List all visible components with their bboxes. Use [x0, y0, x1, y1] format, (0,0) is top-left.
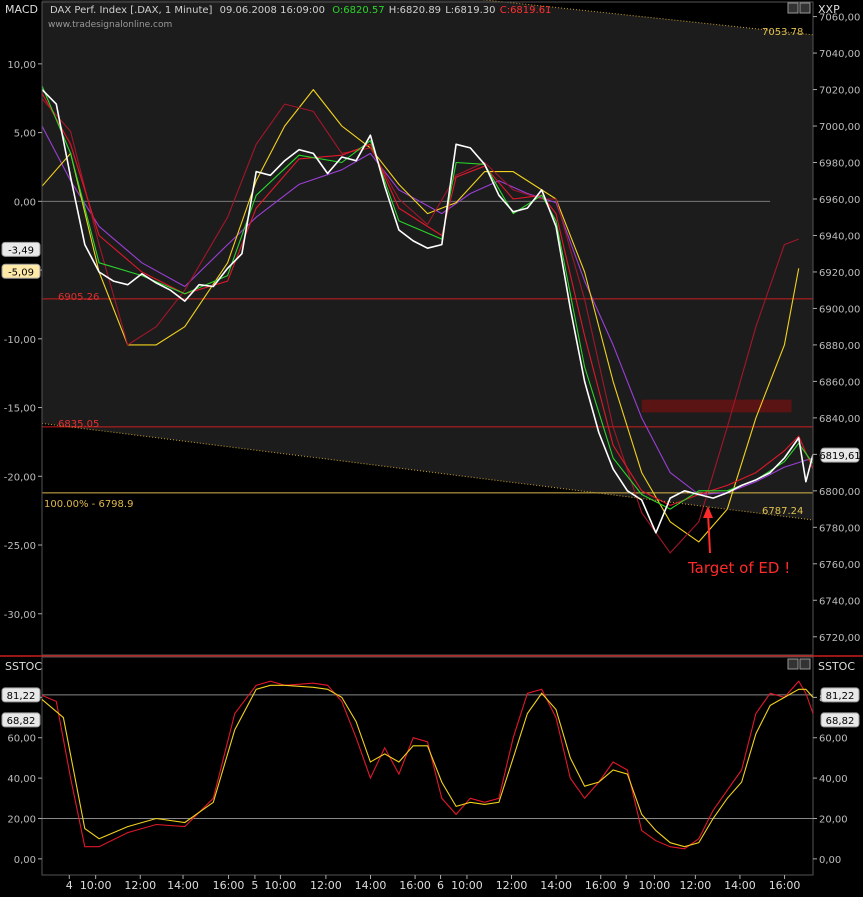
channel-bottom-label: 6787.24 — [762, 506, 803, 517]
stoch-left-tick-label: 20,00 — [7, 814, 36, 825]
stoch-badge-right-2: 68,82 — [826, 716, 855, 727]
close-icon-stoch[interactable] — [799, 658, 811, 670]
stoch-right-tick-label: 40,00 — [819, 774, 848, 785]
right-tick-label: 7040,00 — [819, 49, 860, 60]
x-tick-label: 14:00 — [355, 879, 387, 892]
level-6835-label: 6835.05 — [58, 419, 99, 430]
header-low: L:6819.30 — [445, 5, 495, 16]
right-tick-label: 6720,00 — [819, 633, 860, 644]
left-tick-label: 10,00 — [7, 60, 36, 71]
header-high: H:6820.89 — [389, 5, 441, 16]
macd-badge: -3,49 — [8, 245, 34, 256]
right-tick-label: 6900,00 — [819, 304, 860, 315]
signal-badge: -5,09 — [8, 267, 34, 278]
close-icon[interactable] — [799, 2, 811, 14]
left-tick-label: -10,00 — [4, 335, 36, 346]
restore-icon[interactable] — [787, 2, 799, 14]
left-tick-label: -15,00 — [4, 404, 36, 415]
right-tick-label: 6880,00 — [819, 341, 860, 352]
left-tick-label: 5,00 — [14, 129, 36, 140]
right-tick-label: 6740,00 — [819, 596, 860, 607]
x-tick-label: 16:00 — [399, 879, 431, 892]
stoch-badge-left-2: 68,82 — [7, 716, 36, 727]
x-tick-label: 10:00 — [639, 879, 671, 892]
x-tick-label: 16:00 — [769, 879, 801, 892]
fib-level-label: 100.00% - 6798.9 — [44, 499, 133, 510]
x-tick-label: 14:00 — [724, 879, 756, 892]
header-close: C:6819.61 — [500, 5, 552, 16]
x-tick-label: 9 — [623, 879, 630, 892]
right-tick-label: 6960,00 — [819, 195, 860, 206]
x-tick-label: 12:00 — [680, 879, 712, 892]
x-tick-label: 10:00 — [451, 879, 483, 892]
stoch-left-tick-label: 0,00 — [14, 855, 36, 866]
x-tick-label: 16:00 — [585, 879, 617, 892]
right-tick-label: 7020,00 — [819, 86, 860, 97]
watermark: www.tradesignalonline.com — [48, 20, 172, 30]
dax-chart[interactable]: MACD DAX Perf. Index [.DAX, 1 Minute] 09… — [0, 0, 863, 893]
right-tick-label: 6920,00 — [819, 268, 860, 279]
x-tick-label: 12:00 — [310, 879, 342, 892]
x-tick-label: 5 — [251, 879, 258, 892]
right-tick-label: 6860,00 — [819, 377, 860, 388]
left-tick-label: -30,00 — [4, 610, 36, 621]
level-6905-label: 6905.26 — [58, 292, 99, 303]
right-tick-label: 6980,00 — [819, 159, 860, 170]
restore-icon-stoch[interactable] — [787, 658, 799, 670]
left-tick-label: 0,00 — [14, 197, 36, 208]
x-tick-label: 10:00 — [80, 879, 112, 892]
stoch-right-tick-label: 60,00 — [819, 734, 848, 745]
x-tick-label: 6 — [437, 879, 444, 892]
target-annotation: Target of ED ! — [687, 559, 790, 577]
channel-top-label: 7053.78 — [762, 27, 803, 38]
x-tick-label: 4 — [66, 879, 73, 892]
resistance-zone — [641, 399, 792, 413]
left-tick-label: -25,00 — [4, 541, 36, 552]
header-datetime: 09.06.2008 16:09:00 — [220, 5, 325, 16]
x-tick-label: 12:00 — [496, 879, 528, 892]
x-tick-label: 16:00 — [213, 879, 245, 892]
right-tick-label: 6780,00 — [819, 523, 860, 534]
instrument-name: DAX Perf. Index [.DAX, 1 Minute] — [50, 5, 213, 16]
left-tick-label: -20,00 — [4, 472, 36, 483]
header-open: O:6820.57 — [332, 5, 384, 16]
right-tick-label: 6800,00 — [819, 487, 860, 498]
stoch-badge-left-1: 81,22 — [7, 691, 36, 702]
stoch-left-tick-label: 40,00 — [7, 774, 36, 785]
x-tick-label: 14:00 — [167, 879, 199, 892]
right-tick-label: 7060,00 — [819, 13, 860, 24]
stoch-left-tick-label: 60,00 — [7, 734, 36, 745]
stoch-right-tick-label: 20,00 — [819, 814, 848, 825]
right-tick-label: 6760,00 — [819, 560, 860, 571]
stoch-badge-right-1: 81,22 — [826, 691, 855, 702]
right-tick-label: 7000,00 — [819, 122, 860, 133]
x-tick-label: 14:00 — [540, 879, 572, 892]
header-instrument: DAX Perf. Index [.DAX, 1 Minute] 09.06.2… — [50, 5, 551, 16]
right-tick-label: 6940,00 — [819, 231, 860, 242]
right-tick-label: 6840,00 — [819, 414, 860, 425]
macd-label: MACD — [5, 3, 38, 16]
sstoc-label-left: SSTOC — [5, 660, 42, 673]
last-price-badge: 6819,61 — [819, 451, 860, 462]
stoch-right-tick-label: 0,00 — [819, 855, 841, 866]
x-tick-label: 12:00 — [124, 879, 156, 892]
x-tick-label: 10:00 — [265, 879, 297, 892]
sstoc-label-right: SSTOC — [818, 660, 855, 673]
